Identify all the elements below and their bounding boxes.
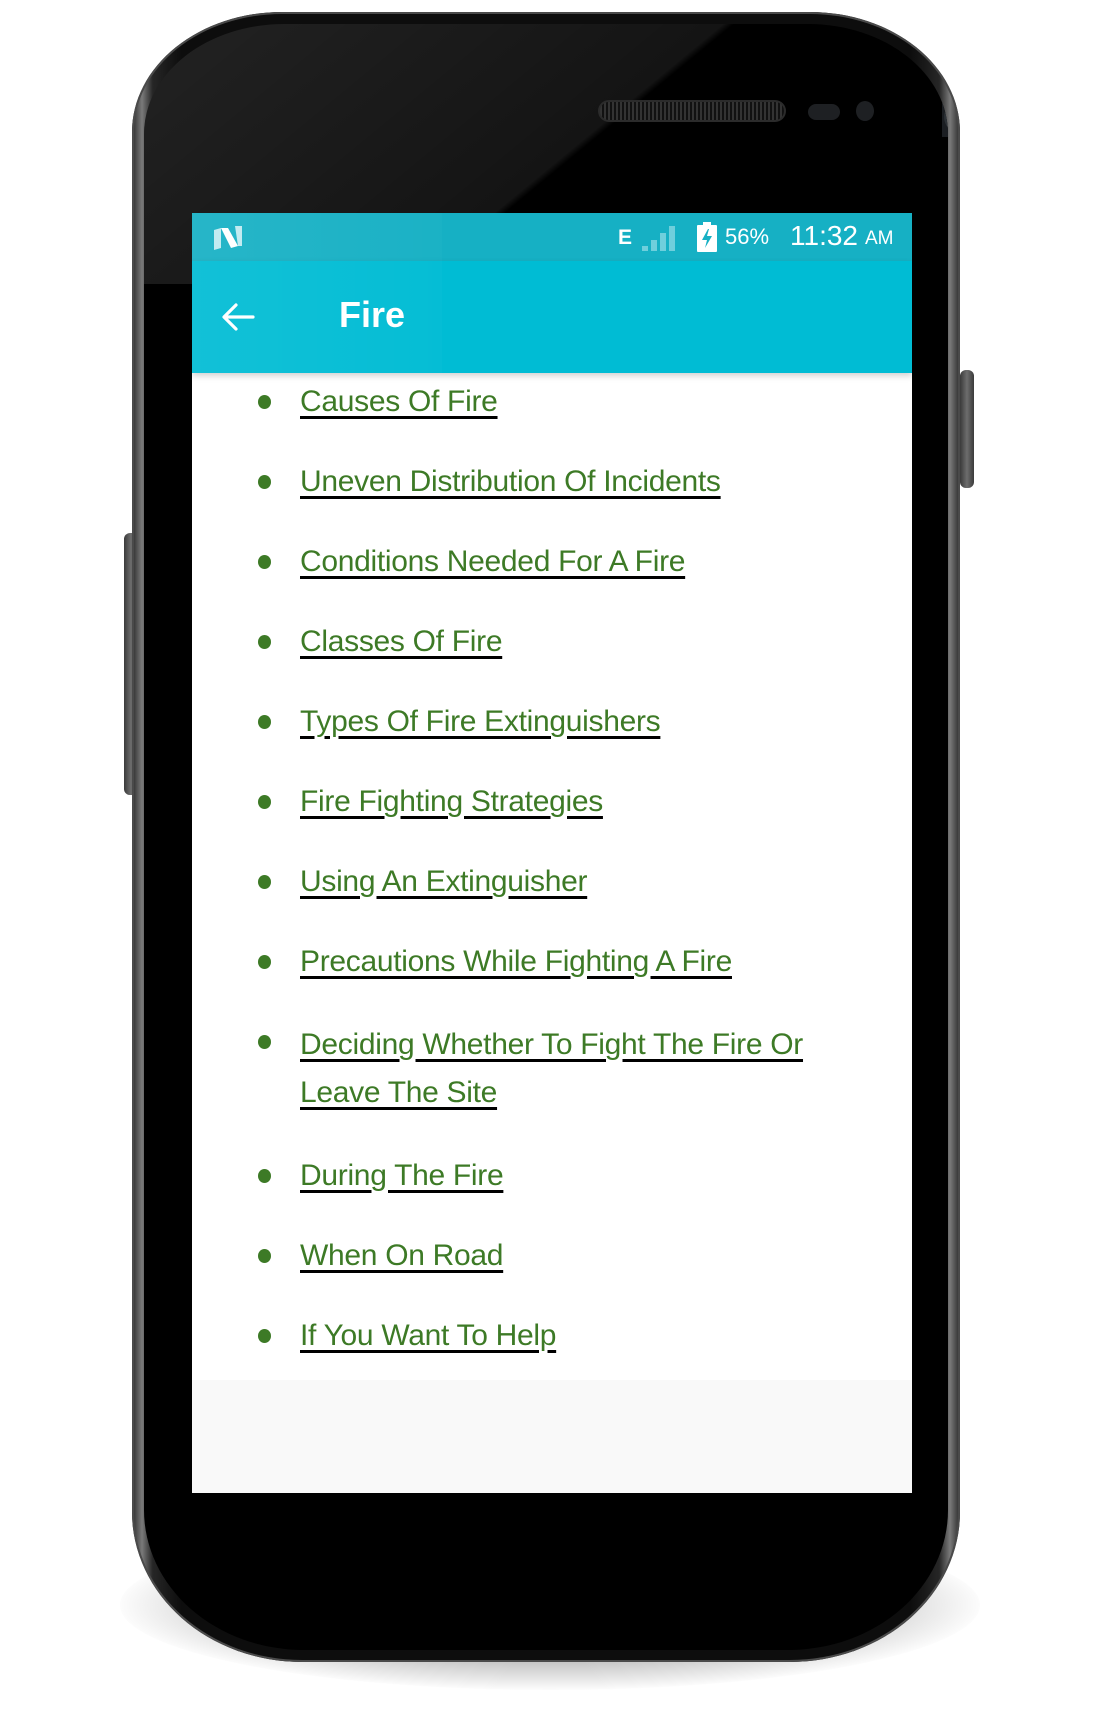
app-bar: Fire (192, 261, 912, 373)
bullet-icon (258, 635, 271, 649)
proximity-sensor (808, 104, 840, 120)
list-item: Causes Of Fire (192, 381, 912, 423)
bullet-icon (258, 555, 271, 569)
list-item: During The Fire (192, 1155, 912, 1197)
network-type: E (618, 226, 633, 249)
back-button[interactable] (216, 295, 260, 339)
clock-ampm: AM (865, 228, 894, 249)
topic-link-uneven-distribution[interactable]: Uneven Distribution Of Incidents (300, 465, 721, 498)
bullet-icon (258, 1249, 271, 1263)
topic-link-precautions[interactable]: Precautions While Fighting A Fire (300, 945, 732, 978)
bullet-icon (258, 795, 271, 809)
list-item: Deciding Whether To Fight The Fire Or Le… (192, 1021, 912, 1117)
bullet-icon (258, 1169, 271, 1183)
bullet-icon (258, 395, 271, 409)
bullet-icon (258, 875, 271, 889)
topic-link-classes-of-fire[interactable]: Classes Of Fire (300, 625, 503, 658)
bullet-icon (258, 955, 271, 969)
topic-link-if-you-want-to-help[interactable]: If You Want To Help (300, 1319, 556, 1352)
cell-signal-icon (642, 226, 675, 251)
light-sensor (856, 101, 874, 121)
bullet-icon (258, 475, 271, 489)
bullet-icon (258, 1329, 271, 1343)
list-item: Fire Fighting Strategies (192, 781, 912, 823)
list-item: If You Want To Help (192, 1315, 912, 1357)
topic-link-using-extinguisher[interactable]: Using An Extinguisher (300, 865, 588, 898)
status-bar: E 56% 11:32 AM (192, 213, 912, 261)
power-button (960, 370, 974, 488)
battery-percent: 56% (725, 224, 770, 249)
topic-link-conditions-needed[interactable]: Conditions Needed For A Fire (300, 545, 685, 578)
topic-link-during-the-fire[interactable]: During The Fire (300, 1159, 504, 1192)
topic-link-when-on-road[interactable]: When On Road (300, 1239, 503, 1272)
list-item: Using An Extinguisher (192, 861, 912, 903)
clock-time: 11:32 (790, 220, 858, 251)
topic-link-deciding-whether[interactable]: Deciding Whether To Fight The Fire Or Le… (300, 1028, 803, 1109)
topic-content: Causes Of Fire Uneven Distribution Of In… (192, 373, 912, 1380)
device-screen: E 56% 11:32 AM Fire Causes Of Fire Uneve… (192, 213, 912, 1493)
list-item: Conditions Needed For A Fire (192, 541, 912, 583)
page-title: Fire (339, 294, 406, 335)
front-camera (942, 97, 948, 137)
list-item: Precautions While Fighting A Fire (192, 941, 912, 983)
list-item: When On Road (192, 1235, 912, 1277)
arrow-left-icon (222, 303, 255, 331)
bullet-icon (258, 715, 271, 729)
topic-link-types-of-extinguishers[interactable]: Types Of Fire Extinguishers (300, 705, 661, 738)
list-item: Classes Of Fire (192, 621, 912, 663)
topic-link-causes-of-fire[interactable]: Causes Of Fire (300, 385, 498, 418)
battery-charging-icon (697, 222, 717, 252)
empty-footer-area (192, 1380, 912, 1493)
earpiece-speaker (600, 102, 784, 120)
topic-list: Causes Of Fire Uneven Distribution Of In… (192, 381, 912, 1395)
list-item: Types Of Fire Extinguishers (192, 701, 912, 743)
list-item: Uneven Distribution Of Incidents (192, 461, 912, 503)
bullet-icon (258, 1035, 271, 1049)
topic-link-fire-fighting-strategies[interactable]: Fire Fighting Strategies (300, 785, 603, 818)
android-n-logo-icon (214, 226, 242, 250)
